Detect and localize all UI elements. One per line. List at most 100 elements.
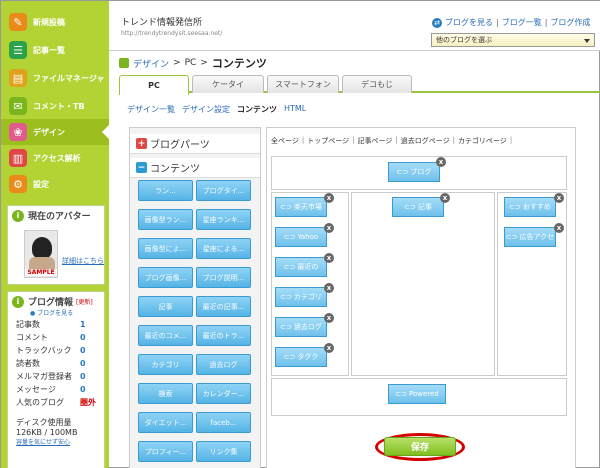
blog-list-link[interactable]: ブログ一覧	[502, 17, 542, 28]
remove-icon[interactable]: x	[554, 223, 564, 233]
tab-decomoji[interactable]: デコもじ	[342, 75, 412, 93]
contents-header[interactable]: − コンテンツ	[130, 158, 260, 178]
avatar-details-link[interactable]: 詳細はこちら	[62, 256, 104, 266]
placed-part[interactable]: ⊂⊃ 広告アクセ	[504, 227, 556, 247]
subnav-html[interactable]: HTML	[284, 104, 306, 115]
placed-part[interactable]: ⊂⊃ 過去ログ	[275, 317, 327, 337]
page-link-top[interactable]: トップページ	[307, 136, 349, 146]
remove-icon[interactable]: x	[324, 193, 334, 203]
remove-icon[interactable]: x	[440, 193, 450, 203]
top-links: ⇄ ブログを見る | ブログ一覧 | ブログ作成	[432, 17, 590, 28]
blog-url[interactable]: http://trendytrendysit.seesaa.net/	[121, 30, 222, 37]
tab-pc[interactable]: PC	[119, 75, 189, 95]
part-button[interactable]: ラン...	[138, 180, 193, 201]
part-button[interactable]: プロフィー...	[138, 441, 193, 462]
sidebar-item-label: コメント・TB	[33, 101, 85, 111]
save-button[interactable]: 保存	[384, 437, 456, 456]
tab-mobile[interactable]: ケータイ	[192, 75, 264, 93]
part-button[interactable]: 星座による...	[196, 238, 251, 259]
part-button[interactable]: ブログ説明...	[196, 267, 251, 288]
globe-icon: ●	[30, 310, 36, 317]
page-link-archive[interactable]: 過去ログページ	[401, 136, 450, 146]
info-icon: i	[12, 295, 24, 308]
link-icon: ⊂⊃	[283, 353, 296, 361]
view-blog-link[interactable]: ブログを見る	[445, 17, 493, 28]
part-button[interactable]: 過去ログ	[196, 354, 251, 375]
part-button[interactable]: ブログ画像...	[138, 267, 193, 288]
subnav-design-list[interactable]: デザイン一覧	[127, 104, 175, 115]
placed-part[interactable]: ⊂⊃ 楽天市場	[275, 197, 327, 217]
sidebar-item-file-manager[interactable]: ▤ ファイルマネージャ	[1, 65, 109, 91]
part-button[interactable]: 記事	[138, 296, 193, 317]
remove-icon[interactable]: x	[324, 253, 334, 263]
subnav-design-settings[interactable]: デザイン設定	[182, 104, 230, 115]
avatar: SAMPLE	[24, 230, 58, 278]
part-button[interactable]: 最近の記事...	[196, 296, 251, 317]
stat-row: コメント 0	[16, 333, 86, 342]
view-blog-link[interactable]: ● ブログを見る	[8, 308, 104, 318]
sidebar-item-new-post[interactable]: ✎ 新規投稿	[1, 9, 109, 35]
separator: |	[301, 136, 305, 144]
remove-icon[interactable]: x	[436, 157, 446, 167]
page-type-links: 全ページ | トップページ | 記事ページ | 過去ログページ | カテゴリペー…	[271, 136, 512, 146]
sidebar-item-comments[interactable]: ✉ コメント・TB	[1, 93, 109, 119]
stat-row: メルマガ登録者 0	[16, 372, 86, 381]
create-blog-link[interactable]: ブログ作成	[550, 17, 590, 28]
breadcrumb-design[interactable]: デザイン	[133, 57, 169, 70]
part-button[interactable]: 検索	[138, 383, 193, 404]
part-button[interactable]: 最近のトラ...	[196, 325, 251, 346]
part-button[interactable]: 画像型によ...	[138, 238, 193, 259]
page-link-all[interactable]: 全ページ	[271, 136, 299, 146]
placed-part[interactable]: ⊂⊃ 最近の	[275, 257, 327, 277]
placed-part-label: 記事	[417, 203, 432, 211]
part-button[interactable]: 最近のコメ...	[138, 325, 193, 346]
placed-part[interactable]: ⊂⊃ タグク	[275, 347, 327, 367]
placed-part[interactable]: ⊂⊃ Powered	[388, 384, 446, 404]
part-button[interactable]: ブログタイ...	[196, 180, 251, 201]
avatar-sample-label: SAMPLE	[25, 269, 57, 276]
link-icon: ⊂⊃	[280, 293, 292, 301]
sidebar-item-article-list[interactable]: ☰ 記事一覧	[1, 37, 109, 63]
placed-part-label: 過去ログ	[293, 323, 322, 331]
part-button[interactable]: カテゴリ	[138, 354, 193, 375]
sidebar-item-design[interactable]: ❀ デザイン	[1, 119, 110, 145]
placed-part[interactable]: ⊂⊃ Yahoo	[275, 227, 327, 247]
remove-icon[interactable]: x	[324, 223, 334, 233]
separator: |	[544, 18, 548, 27]
breadcrumb-pc[interactable]: PC	[185, 58, 197, 68]
placed-part-label: 最近の	[297, 263, 319, 271]
link-icon: ⊂⊃	[280, 323, 292, 331]
page-link-article[interactable]: 記事ページ	[357, 136, 392, 146]
remove-icon[interactable]: x	[324, 343, 334, 353]
part-button[interactable]: 星座ランキ...	[196, 209, 251, 230]
active-arrow-icon	[102, 124, 110, 140]
blog-info-box: i ブログ情報 [更新] ● ブログを見る 記事数 1 コメント 0 トラックバック…	[7, 291, 105, 468]
separator: |	[496, 18, 499, 27]
tab-smartphone[interactable]: スマートフォン	[267, 75, 339, 93]
part-button[interactable]: 画像型ラン...	[138, 209, 193, 230]
placed-part-label: Yahoo	[297, 233, 319, 241]
placed-part[interactable]: ⊂⊃ 記事	[392, 197, 444, 217]
update-link[interactable]: [更新]	[76, 297, 93, 306]
placed-part[interactable]: ⊂⊃ おすすめ	[504, 197, 556, 217]
sidebar-item-access-analysis[interactable]: ▥ アクセス解析	[1, 145, 109, 171]
placed-part[interactable]: ⊂⊃ ブログ	[388, 162, 440, 182]
part-button[interactable]: リンク集	[196, 441, 251, 462]
palette-icon: ❀	[9, 123, 27, 141]
layout-area: 全ページ | トップページ | 記事ページ | 過去ログページ | カテゴリペー…	[266, 127, 576, 468]
remove-icon[interactable]: x	[554, 193, 564, 203]
blog-select[interactable]: 他のブログを選ぶ	[431, 33, 595, 47]
part-button[interactable]: faceb...	[196, 412, 251, 433]
remove-icon[interactable]: x	[324, 283, 334, 293]
link-icon: ⊂⊃	[395, 390, 407, 398]
disk-usage-note[interactable]: 容量を気にせず安心	[8, 437, 104, 446]
blog-parts-header[interactable]: + ブログパーツ	[130, 134, 260, 154]
part-button[interactable]: カレンダー...	[196, 383, 251, 404]
page-link-category[interactable]: カテゴリページ	[458, 136, 507, 146]
placed-part[interactable]: ⊂⊃ カテゴリ	[275, 287, 327, 307]
remove-icon[interactable]: x	[324, 313, 334, 323]
breadcrumb-separator: >	[200, 58, 208, 68]
chevron-down-icon	[584, 39, 590, 43]
part-button[interactable]: ダイエット...	[138, 412, 193, 433]
sidebar-item-settings[interactable]: ⚙ 設定	[1, 171, 109, 197]
